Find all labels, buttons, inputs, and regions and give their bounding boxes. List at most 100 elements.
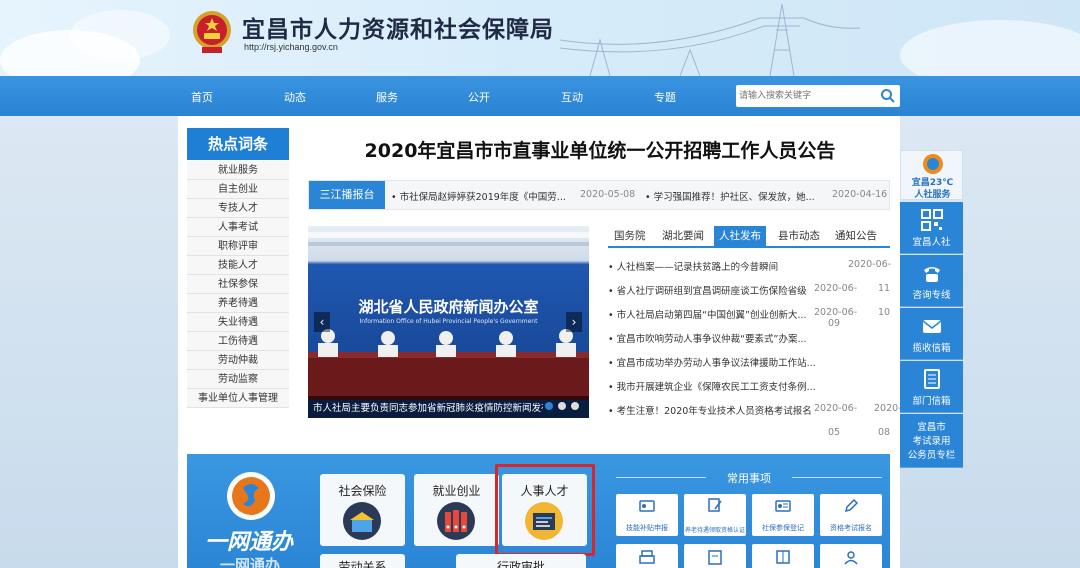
nav-item-public[interactable]: 公开 [468, 89, 490, 105]
news-date: 10 [878, 307, 891, 318]
service-card-label: 社会保险 [338, 484, 387, 498]
user-icon [844, 551, 858, 565]
sidebar-logo-line2: 人社服务 [914, 190, 951, 200]
quick-item-social-register[interactable]: 社保参保登记 [752, 494, 814, 536]
news-list-item[interactable]: • 我市开展建筑企业《保障农民工工资支付条例... [608, 379, 842, 393]
hot-words-list: 就业服务 自主创业 专技人才 人事考试 职称评审 技能人才 社保参保 养老待遇 … [187, 161, 289, 408]
quick-item[interactable] [752, 544, 814, 568]
quick-item-label: 技能补贴申报 [626, 524, 668, 532]
news-list-item[interactable]: • 市人社局启动第四届“中国创翼”创业创新大... [608, 307, 846, 321]
checklist-icon [708, 550, 722, 565]
hot-word-item[interactable]: 就业服务 [187, 161, 289, 180]
printer-icon [639, 550, 655, 564]
slide-dot[interactable] [571, 402, 579, 410]
sidebar-item-civil-servant[interactable]: 宜昌市 考试录用 公务员专栏 [900, 414, 963, 468]
national-emblem-icon [193, 11, 231, 53]
nav-item-service[interactable]: 服务 [376, 89, 398, 105]
sidebar-logo[interactable]: 宜昌23℃ 人社服务 [900, 150, 963, 200]
news-date: 11 [878, 283, 891, 294]
employment-binders-icon [437, 502, 475, 540]
quick-item[interactable] [616, 544, 678, 568]
sidebar-item-label: 揽收信箱 [912, 343, 951, 354]
mail-icon [922, 320, 941, 333]
quick-item-pension-auth[interactable]: 养老待遇领取资格认证 [684, 494, 746, 536]
sidebar-item-mailbox[interactable]: 揽收信箱 [900, 308, 963, 360]
pen-icon [844, 498, 859, 513]
news-date: 2020-06- [814, 307, 858, 318]
search-input[interactable] [736, 85, 876, 107]
highlight-frame [495, 464, 595, 556]
news-list-item[interactable]: • 考生注意！2020年专业技术人员资格考试报名 [608, 403, 814, 417]
common-items-title: 常用事项 [616, 470, 882, 486]
search-box [736, 85, 900, 107]
service-card-label: 劳动关系 [338, 560, 387, 568]
ticker-item[interactable]: • 学习强国推荐！护社区、保发放，她... [645, 189, 815, 203]
news-ticker: 三江播报台 • 市社保局赵婷婷获2019年度《中国劳... 2020-05-08… [308, 180, 890, 210]
grid-icon [776, 550, 790, 564]
hot-word-item[interactable]: 工伤待遇 [187, 332, 289, 351]
sidebar-item-label: 部门信箱 [912, 396, 951, 407]
slide-prev-button[interactable]: ‹ [314, 312, 330, 332]
service-card-labor-relations[interactable]: 劳动关系 [320, 554, 405, 568]
quick-item-exam-signup[interactable]: 资格考试报名 [820, 494, 882, 536]
hot-word-item[interactable]: 职称评审 [187, 237, 289, 256]
service-card-admin-approval[interactable]: 行政审批 [456, 554, 586, 568]
sidebar-item-wechat[interactable]: 宜昌人社 [900, 202, 963, 254]
news-list-item[interactable]: • 人社档案——记录扶贫路上的今昔瞬间 [608, 259, 838, 273]
letter-icon [923, 369, 940, 389]
tab-hubei-news[interactable]: 湖北要闻 [662, 226, 704, 246]
headline-title[interactable]: 2020年宜昌市市直事业单位统一公开招聘工作人员公告 [310, 136, 890, 163]
nav-item-news[interactable]: 动态 [284, 89, 306, 105]
hot-word-item[interactable]: 劳动监察 [187, 370, 289, 389]
slide-backdrop-subtext: Information Office of Hubei Provincial P… [359, 318, 538, 325]
slide-dot[interactable] [558, 402, 566, 410]
news-tabs: 国务院 湖北要闻 人社发布 县市动态 通知公告 [608, 226, 890, 246]
site-header: 宜昌市人力资源和社会保障局 http://rsj.yichang.gov.cn [0, 0, 1080, 76]
hot-word-item[interactable]: 失业待遇 [187, 313, 289, 332]
hot-word-item[interactable]: 养老待遇 [187, 294, 289, 313]
news-list-item[interactable]: • 省人社厅调研组到宜昌调研座谈工伤保险省级 [608, 283, 814, 297]
tab-state-council[interactable]: 国务院 [614, 226, 646, 246]
hot-word-item[interactable]: 技能人才 [187, 256, 289, 275]
search-icon[interactable] [880, 88, 896, 104]
sidebar-item-dept-mailbox[interactable]: 部门信箱 [900, 361, 963, 413]
social-insurance-icon [343, 502, 381, 540]
hot-word-item[interactable]: 劳动仲裁 [187, 351, 289, 370]
ticker-item[interactable]: • 市社保局赵婷婷获2019年度《中国劳... [391, 189, 566, 203]
hot-word-item[interactable]: 社保参保 [187, 275, 289, 294]
power-tower-decoration-icon [560, 3, 860, 76]
photo-slideshow[interactable]: 湖北省人民政府新闻办公室 Information Office of Hubei… [308, 226, 589, 418]
nav-item-topics[interactable]: 专题 [654, 89, 676, 105]
edit-doc-icon [708, 498, 722, 512]
service-card-employment[interactable]: 就业创业 [414, 474, 499, 546]
slide-dot-active[interactable] [545, 402, 553, 410]
hot-word-item[interactable]: 事业单位人事管理 [187, 389, 289, 408]
hot-word-item[interactable]: 自主创业 [187, 180, 289, 199]
slide-next-button[interactable]: › [566, 312, 582, 332]
qr-code-icon [920, 209, 943, 231]
sidebar-item-hotline[interactable]: 咨询专线 [900, 255, 963, 307]
one-network-logo-icon [227, 472, 275, 520]
quick-item-label: 资格考试报名 [830, 524, 872, 532]
slide-backdrop-text: 湖北省人民政府新闻办公室 [358, 298, 539, 316]
site-title[interactable]: 宜昌市人力资源和社会保障局 [242, 10, 554, 44]
tab-notices[interactable]: 通知公告 [835, 226, 877, 246]
tab-county-news[interactable]: 县市动态 [778, 226, 820, 246]
quick-item[interactable] [820, 544, 882, 568]
service-card-label: 就业创业 [432, 484, 481, 498]
nav-item-interact[interactable]: 互动 [561, 89, 583, 105]
quick-item[interactable] [684, 544, 746, 568]
nav-item-home[interactable]: 首页 [191, 89, 213, 105]
main-nav: 首页 动态 服务 公开 互动 专题 [0, 76, 1080, 116]
hr-service-logo-icon [923, 154, 943, 174]
service-card-social-insurance[interactable]: 社会保险 [320, 474, 405, 546]
tab-hr-release[interactable]: 人社发布 [714, 226, 766, 246]
quick-item-skill-subsidy[interactable]: 技能补贴申报 [616, 494, 678, 536]
hot-word-item[interactable]: 专技人才 [187, 199, 289, 218]
news-list-item[interactable]: • 宜昌市成功举办劳动人事争议法律援助工作站... [608, 355, 842, 369]
hot-words-title: 热点词条 [187, 128, 289, 160]
cloud-decoration [900, 20, 1080, 76]
slide-caption[interactable]: 市人社局主要负责同志参加省新冠肺炎疫情防控新闻发布会 [313, 400, 543, 414]
news-list-item[interactable]: • 宜昌市吹响劳动人事争议仲裁“要素式”办案... [608, 331, 842, 345]
hot-word-item[interactable]: 人事考试 [187, 218, 289, 237]
